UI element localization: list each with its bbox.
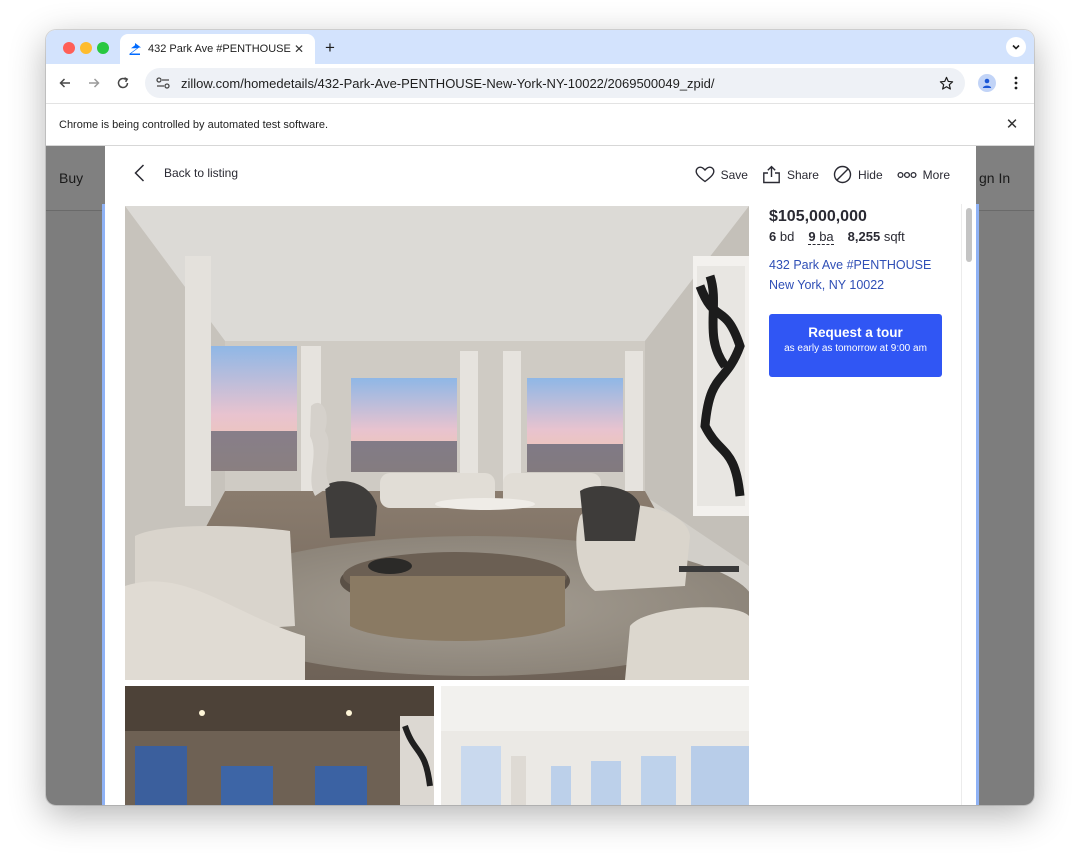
more-dots-icon [897, 171, 917, 178]
listing-photo-3[interactable] [441, 686, 749, 805]
arrow-right-icon [89, 78, 100, 88]
minimize-window-button[interactable] [80, 42, 92, 54]
arrow-left-icon [59, 78, 70, 88]
request-tour-subtitle: as early as tomorrow at 9:00 am [784, 343, 927, 354]
tab-search-button[interactable] [1006, 37, 1026, 57]
request-tour-title: Request a tour [808, 325, 903, 340]
back-button[interactable] [54, 72, 76, 94]
share-button[interactable]: Share [762, 165, 819, 184]
baths-fact[interactable]: 9 ba [808, 229, 834, 245]
chevron-left-icon [134, 164, 148, 182]
close-window-button[interactable] [63, 42, 75, 54]
save-button[interactable]: Save [695, 166, 748, 183]
bookmark-star-icon[interactable] [936, 73, 956, 93]
lightbox-actions: Save Share Hide More [695, 165, 950, 184]
request-tour-button[interactable]: Request a tour as early as tomorrow at 9… [769, 314, 942, 377]
listing-photo-main[interactable] [125, 206, 749, 680]
listing-summary: $105,000,000 6 bd 9 ba 8,255 sqft 432 Pa… [769, 207, 959, 295]
listing-price: $105,000,000 [769, 208, 867, 225]
maximize-window-button[interactable] [97, 42, 109, 54]
more-button[interactable]: More [897, 168, 950, 182]
site-settings-icon[interactable] [154, 74, 172, 92]
zillow-favicon-icon [128, 42, 142, 56]
living-room-photo [125, 206, 749, 680]
photo-lightbox: Back to listing Save Share Hide More $10… [105, 146, 976, 805]
share-icon [763, 165, 780, 184]
tab-close-icon[interactable]: ✕ [291, 41, 307, 57]
browser-tab[interactable]: 432 Park Ave #PENTHOUSE, ✕ [120, 34, 315, 64]
tab-strip: 432 Park Ave #PENTHOUSE, ✕ + [46, 30, 1034, 64]
chevron-down-icon [1012, 44, 1020, 50]
listing-facts: 6 bd 9 ba 8,255 sqft [769, 229, 959, 245]
address-bar[interactable]: zillow.com/homedetails/432-Park-Ave-PENT… [145, 68, 965, 98]
profile-avatar-icon[interactable] [978, 74, 996, 92]
reload-button[interactable] [112, 72, 134, 94]
back-to-listing-label: Back to listing [164, 166, 239, 180]
nav-buy-link: Buy [59, 170, 84, 186]
page-content: Buy gn In Back to listing Save Share Hid… [46, 146, 1034, 805]
listing-photo-2[interactable] [125, 686, 434, 805]
more-label: More [922, 167, 950, 182]
tab-title: 432 Park Ave #PENTHOUSE, [148, 43, 291, 55]
modal-focus-edge [976, 204, 979, 805]
share-label: Share [786, 167, 819, 182]
infobar-close-icon[interactable]: ✕ [1004, 116, 1020, 133]
back-to-listing-link[interactable]: Back to listing [134, 164, 238, 182]
heart-icon [695, 166, 715, 183]
scrollbar-thumb[interactable] [966, 208, 972, 262]
new-tab-button[interactable]: + [320, 38, 340, 58]
hide-button[interactable]: Hide [833, 165, 883, 184]
hide-label: Hide [857, 167, 883, 182]
sidebar-scrollbar[interactable] [961, 204, 976, 805]
automation-infobar: Chrome is being controlled by automated … [46, 103, 1034, 146]
nav-signin-link: gn In [979, 170, 1011, 186]
reload-icon [117, 77, 129, 89]
forward-button[interactable] [83, 72, 105, 94]
browser-toolbar: zillow.com/homedetails/432-Park-Ave-PENT… [46, 64, 1034, 103]
hide-icon [833, 165, 852, 184]
interior-photo [125, 686, 434, 805]
browser-menu-icon[interactable] [1008, 73, 1024, 93]
sqft-fact: 8,255 sqft [847, 229, 905, 244]
browser-window: 432 Park Ave #PENTHOUSE, ✕ + zillow.com/… [46, 30, 1034, 805]
beds-fact: 6 bd [769, 229, 795, 244]
listing-address-link[interactable]: 432 Park Ave #PENTHOUSE New York, NY 100… [769, 255, 959, 295]
infobar-text: Chrome is being controlled by automated … [59, 119, 329, 131]
interior-photo [441, 686, 749, 805]
url-text: zillow.com/homedetails/432-Park-Ave-PENT… [181, 75, 715, 91]
address-line2: New York, NY 10022 [769, 278, 885, 292]
address-line1: 432 Park Ave #PENTHOUSE [769, 258, 932, 272]
save-label: Save [720, 167, 748, 182]
